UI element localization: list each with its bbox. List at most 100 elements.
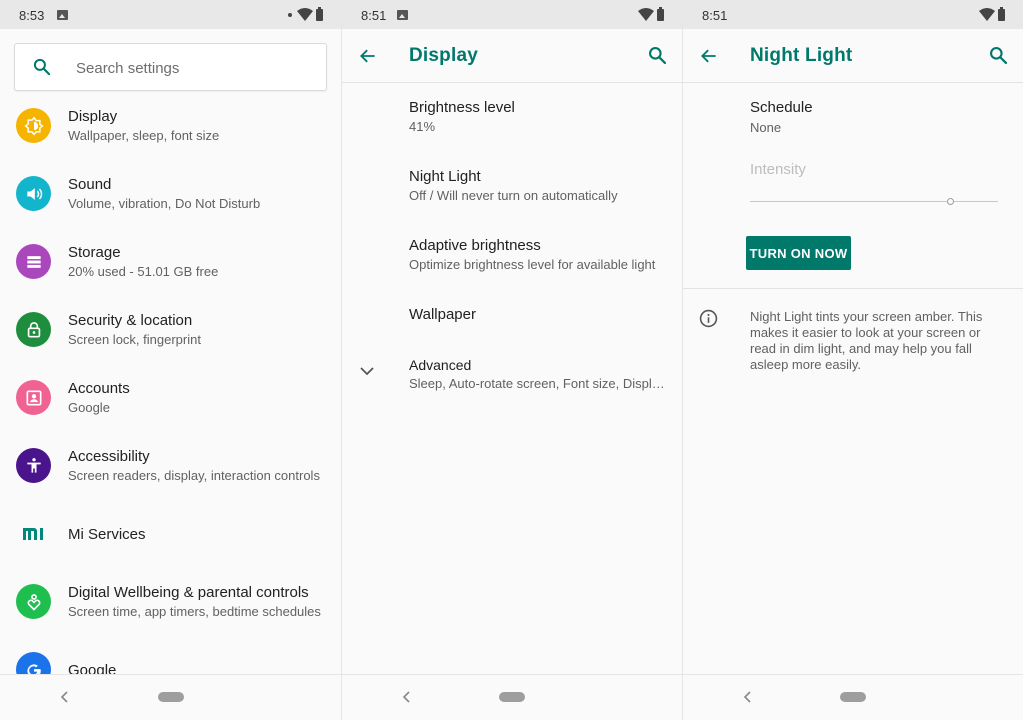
night-light-panel: 8:51 Night Light Schedule None Intensity…: [683, 0, 1023, 720]
slider-thumb[interactable]: [946, 198, 954, 205]
settings-item-title: Security & location: [68, 312, 193, 329]
battery-icon: [657, 6, 664, 21]
display-item-night-light[interactable]: Night Light Off / Will never turn on aut…: [409, 168, 678, 203]
mi-logo-icon: [16, 516, 51, 551]
system-icons: [288, 6, 323, 21]
navigation-bar: [342, 674, 682, 720]
slider-track: [750, 201, 998, 202]
schedule-setting[interactable]: Schedule None: [750, 99, 813, 135]
status-bar: 8:53: [0, 0, 341, 29]
battery-icon: [998, 6, 1005, 21]
status-time: 8:51: [702, 8, 728, 23]
schedule-value: None: [750, 120, 782, 135]
turn-on-now-button[interactable]: TURN ON NOW: [746, 236, 851, 270]
settings-item-title: Mi Services: [68, 526, 146, 543]
google-icon: [16, 652, 51, 674]
wifi-icon: [297, 8, 313, 21]
item-subtitle: Optimize brightness level for available …: [409, 257, 656, 272]
back-arrow-icon[interactable]: [699, 46, 719, 66]
wellbeing-icon: [16, 584, 51, 619]
status-bar: 8:51: [683, 0, 1023, 29]
nav-back-icon[interactable]: [402, 691, 412, 703]
settings-item-title: Google: [68, 662, 117, 674]
home-pill-icon[interactable]: [157, 692, 184, 702]
lock-icon: [16, 312, 51, 347]
settings-item-subtitle: Screen time, app timers, bedtime schedul…: [68, 604, 321, 619]
nav-back-icon[interactable]: [60, 691, 70, 703]
page-title: Display: [409, 45, 478, 66]
display-panel: 8:51 Display Brightness level 41% Night …: [342, 0, 682, 720]
settings-item-subtitle: 20% used - 51.01 GB free: [68, 264, 219, 279]
search-settings-bar[interactable]: Search settings: [14, 43, 327, 91]
navigation-bar: [683, 674, 1023, 720]
settings-item-display[interactable]: Display Wallpaper, sleep, font size: [0, 104, 341, 172]
settings-panel: 8:53 Search settings Display Wallpaper, …: [0, 0, 341, 720]
settings-item-subtitle: Screen readers, display, interaction con…: [68, 468, 320, 483]
settings-item-subtitle: Google: [68, 400, 110, 415]
home-pill-icon[interactable]: [499, 692, 525, 702]
settings-item-accessibility[interactable]: Accessibility Screen readers, display, i…: [0, 444, 341, 512]
settings-item-google[interactable]: Google: [0, 648, 341, 674]
settings-item-title: Digital Wellbeing & parental controls: [68, 584, 309, 601]
settings-item-subtitle: Volume, vibration, Do Not Disturb: [68, 196, 261, 211]
settings-item-accounts[interactable]: Accounts Google: [0, 376, 341, 444]
settings-item-sound[interactable]: Sound Volume, vibration, Do Not Disturb: [0, 172, 341, 240]
app-bar: Display: [342, 29, 682, 83]
settings-item-title: Storage: [68, 244, 121, 261]
divider: [683, 288, 1023, 289]
settings-item-title: Sound: [68, 176, 112, 193]
settings-item-mi-services[interactable]: Mi Services: [0, 512, 341, 580]
search-icon[interactable]: [647, 45, 668, 66]
settings-item-subtitle: Wallpaper, sleep, font size: [68, 128, 220, 143]
system-icons: [979, 6, 1005, 21]
info-icon: [699, 309, 718, 328]
settings-item-subtitle: Screen lock, fingerprint: [68, 332, 201, 347]
intensity-slider[interactable]: [750, 198, 998, 207]
image-notification-icon: [397, 10, 408, 20]
search-icon[interactable]: [988, 45, 1009, 66]
display-item-advanced[interactable]: Advanced Sleep, Auto-rotate screen, Font…: [409, 357, 678, 391]
wifi-icon: [979, 8, 995, 21]
volume-icon: [16, 176, 51, 211]
settings-item-digital-wellbeing[interactable]: Digital Wellbeing & parental controls Sc…: [0, 580, 341, 648]
nav-back-icon[interactable]: [743, 691, 753, 703]
schedule-label: Schedule: [750, 99, 813, 116]
display-icon: [16, 108, 51, 143]
wifi-icon: [638, 8, 654, 21]
back-arrow-icon[interactable]: [358, 46, 378, 66]
system-icons: [638, 6, 664, 21]
settings-item-title: Display: [68, 108, 118, 125]
item-subtitle: 41%: [409, 119, 436, 134]
navigation-bar: [0, 674, 341, 720]
item-subtitle: Sleep, Auto-rotate screen, Font size, Di…: [409, 376, 669, 391]
item-subtitle: Off / Will never turn on automatically: [409, 188, 618, 203]
item-title: Night Light: [409, 168, 481, 185]
battery-icon: [316, 6, 323, 21]
settings-item-security[interactable]: Security & location Screen lock, fingerp…: [0, 308, 341, 376]
page-title: Night Light: [750, 45, 853, 66]
settings-item-title: Accounts: [68, 380, 130, 397]
status-bar: 8:51: [342, 0, 682, 29]
chevron-down-icon[interactable]: [360, 366, 374, 376]
display-item-wallpaper[interactable]: Wallpaper: [409, 306, 678, 323]
settings-list: Display Wallpaper, sleep, font size Soun…: [0, 104, 341, 674]
settings-item-title: Accessibility: [68, 448, 150, 465]
item-title: Brightness level: [409, 99, 515, 116]
storage-icon: [16, 244, 51, 279]
search-icon: [33, 58, 51, 76]
display-item-adaptive-brightness[interactable]: Adaptive brightness Optimize brightness …: [409, 237, 678, 272]
status-time: 8:51: [361, 8, 387, 23]
home-pill-icon[interactable]: [840, 692, 866, 702]
night-light-description: Night Light tints your screen amber. Thi…: [750, 309, 983, 372]
item-title: Wallpaper: [409, 306, 476, 323]
search-placeholder: Search settings: [76, 60, 180, 77]
status-time: 8:53: [19, 8, 45, 23]
account-icon: [16, 380, 51, 415]
intensity-label: Intensity: [750, 161, 806, 178]
settings-item-storage[interactable]: Storage 20% used - 51.01 GB free: [0, 240, 341, 308]
item-title: Advanced: [409, 357, 472, 373]
display-item-brightness-level[interactable]: Brightness level 41%: [409, 99, 678, 134]
dot-icon: [288, 12, 292, 17]
image-notification-icon: [57, 10, 68, 20]
accessibility-icon: [16, 448, 51, 483]
